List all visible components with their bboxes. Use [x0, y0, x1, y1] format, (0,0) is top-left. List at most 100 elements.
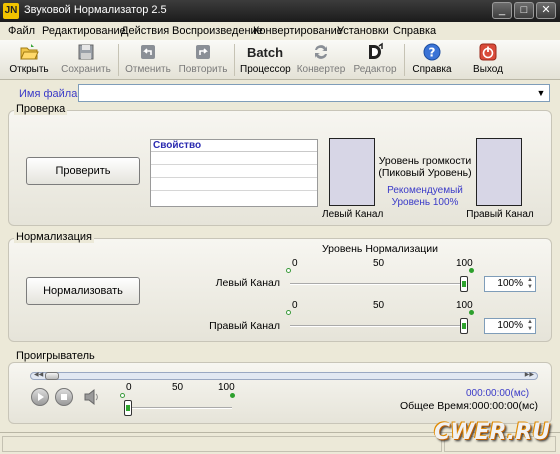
redo-icon: [196, 45, 210, 59]
seek-bar[interactable]: ◀◀ ▶▶: [30, 372, 538, 380]
menu-edit[interactable]: Редактирование: [42, 25, 126, 37]
check-group-label: Проверка: [14, 103, 68, 115]
speaker-icon[interactable]: [82, 387, 102, 407]
maximize-button[interactable]: □: [514, 2, 534, 19]
menu-bar: Файл Редактирование Действия Воспроизвед…: [0, 22, 560, 40]
spin-arrows-icon[interactable]: ▲ ▼: [525, 277, 535, 291]
batch-processor-button[interactable]: Batch Процессор: [240, 42, 291, 78]
help-icon: ?: [423, 43, 441, 61]
menu-actions[interactable]: Действия: [121, 25, 169, 37]
table-row: [151, 178, 317, 191]
filename-label: Имя файла:: [19, 88, 81, 100]
menu-help[interactable]: Справка: [393, 25, 436, 37]
svg-text:?: ?: [429, 46, 436, 60]
exit-button[interactable]: Выход: [466, 42, 510, 78]
folder-open-icon: [20, 44, 39, 60]
norm-left-slider-thumb[interactable]: [460, 276, 468, 292]
close-button[interactable]: ✕: [536, 2, 556, 19]
menu-settings[interactable]: Установки: [337, 25, 389, 37]
table-row: [151, 191, 317, 204]
scale-label-50: 50: [373, 258, 385, 269]
volume-scale-0: 0: [126, 382, 132, 393]
stop-icon: [61, 394, 67, 400]
menu-playback[interactable]: Воспроизведение: [172, 25, 263, 37]
toolbar: Открыть Сохранить Отменить Повторить Bat…: [0, 40, 560, 80]
seek-thumb[interactable]: [45, 372, 59, 380]
undo-button[interactable]: Отменить: [124, 42, 172, 78]
check-button[interactable]: Проверить: [26, 157, 140, 185]
slider-max-dot: [469, 310, 474, 315]
toolbar-separator: [234, 44, 235, 76]
normalize-level-title: Уровень Нормализации: [321, 243, 439, 255]
norm-left-label: Левый Канал: [215, 277, 280, 289]
norm-right-track[interactable]: [290, 325, 468, 327]
norm-right-slider-thumb[interactable]: [460, 318, 468, 334]
table-row: [151, 152, 317, 165]
slider-max-dot: [230, 393, 235, 398]
play-button[interactable]: [31, 388, 49, 406]
right-channel-label: Правый Канал: [466, 209, 534, 220]
app-icon: JN: [3, 3, 19, 19]
scale-label-0: 0: [292, 258, 298, 269]
watermark-logo: CWER.RU: [434, 420, 550, 445]
toolbar-separator: [118, 44, 119, 76]
volume-slider-thumb[interactable]: [124, 400, 132, 416]
scale-label-0: 0: [292, 300, 298, 311]
norm-left-value: 100%: [497, 278, 523, 289]
filename-combobox[interactable]: ▼: [78, 84, 550, 102]
property-table: Свойство: [150, 139, 318, 207]
slider-min-dot: [286, 310, 291, 315]
seek-back-icon[interactable]: ◀◀: [34, 371, 43, 378]
watermark-text: CWER.RU: [434, 420, 550, 445]
help-button[interactable]: ? Справка: [410, 42, 454, 78]
redo-button[interactable]: Повторить: [178, 42, 228, 78]
title-bar[interactable]: JN Звуковой Нормализатор 2.5 _ □ ✕: [0, 0, 560, 22]
level-subtitle: (Пиковый Уровень): [378, 167, 472, 179]
editor-icon: [369, 42, 383, 59]
normalize-group-label: Нормализация: [14, 231, 94, 243]
norm-right-label: Правый Канал: [209, 320, 280, 332]
seek-forward-icon[interactable]: ▶▶: [525, 371, 534, 378]
dropdown-arrow-icon[interactable]: ▼: [535, 87, 547, 99]
stop-button[interactable]: [55, 388, 73, 406]
converter-button[interactable]: Конвертер: [296, 42, 346, 78]
volume-scale-50: 50: [172, 382, 184, 393]
recommended-level-label: Уровень 100%: [391, 197, 459, 208]
menu-convert[interactable]: Конвертирование: [253, 25, 343, 37]
normalize-button[interactable]: Нормализовать: [26, 277, 140, 305]
norm-left-spinbox[interactable]: 100% ▲ ▼: [484, 276, 536, 292]
editor-button[interactable]: Редактор: [352, 42, 398, 78]
norm-left-track[interactable]: [290, 283, 468, 285]
level-title: Уровень громкости: [378, 155, 472, 167]
play-icon: [38, 393, 44, 401]
slider-max-dot: [469, 268, 474, 273]
volume-scale-100: 100: [218, 382, 235, 393]
player-group-label: Проигрыватель: [14, 350, 97, 362]
recommended-label: Рекомендуемый: [387, 185, 463, 196]
batch-icon: Batch: [246, 45, 284, 60]
total-time: Общее Время:000:00:00(мс): [400, 400, 538, 412]
table-row: [151, 165, 317, 178]
undo-icon: [141, 45, 155, 59]
norm-right-spinbox[interactable]: 100% ▲ ▼: [484, 318, 536, 334]
scale-label-50: 50: [373, 300, 385, 311]
left-level-meter: [329, 138, 375, 206]
norm-right-value: 100%: [497, 320, 523, 331]
spin-arrows-icon[interactable]: ▲ ▼: [525, 319, 535, 333]
floppy-disk-icon: [78, 44, 94, 60]
position-time: 000:00:00(мс): [466, 388, 530, 399]
property-table-header: Свойство: [151, 140, 317, 152]
volume-track[interactable]: [124, 407, 232, 409]
left-channel-label: Левый Канал: [322, 209, 384, 220]
status-cell: [2, 436, 442, 452]
window-title: Звуковой Нормализатор 2.5: [24, 4, 167, 16]
right-level-meter: [476, 138, 522, 206]
toolbar-separator: [404, 44, 405, 76]
open-button[interactable]: Открыть: [8, 42, 50, 78]
save-button[interactable]: Сохранить: [60, 42, 112, 78]
slider-min-dot: [286, 268, 291, 273]
power-icon: [479, 43, 497, 61]
menu-file[interactable]: Файл: [8, 25, 35, 37]
minimize-button[interactable]: _: [492, 2, 512, 19]
convert-icon: [315, 45, 327, 59]
